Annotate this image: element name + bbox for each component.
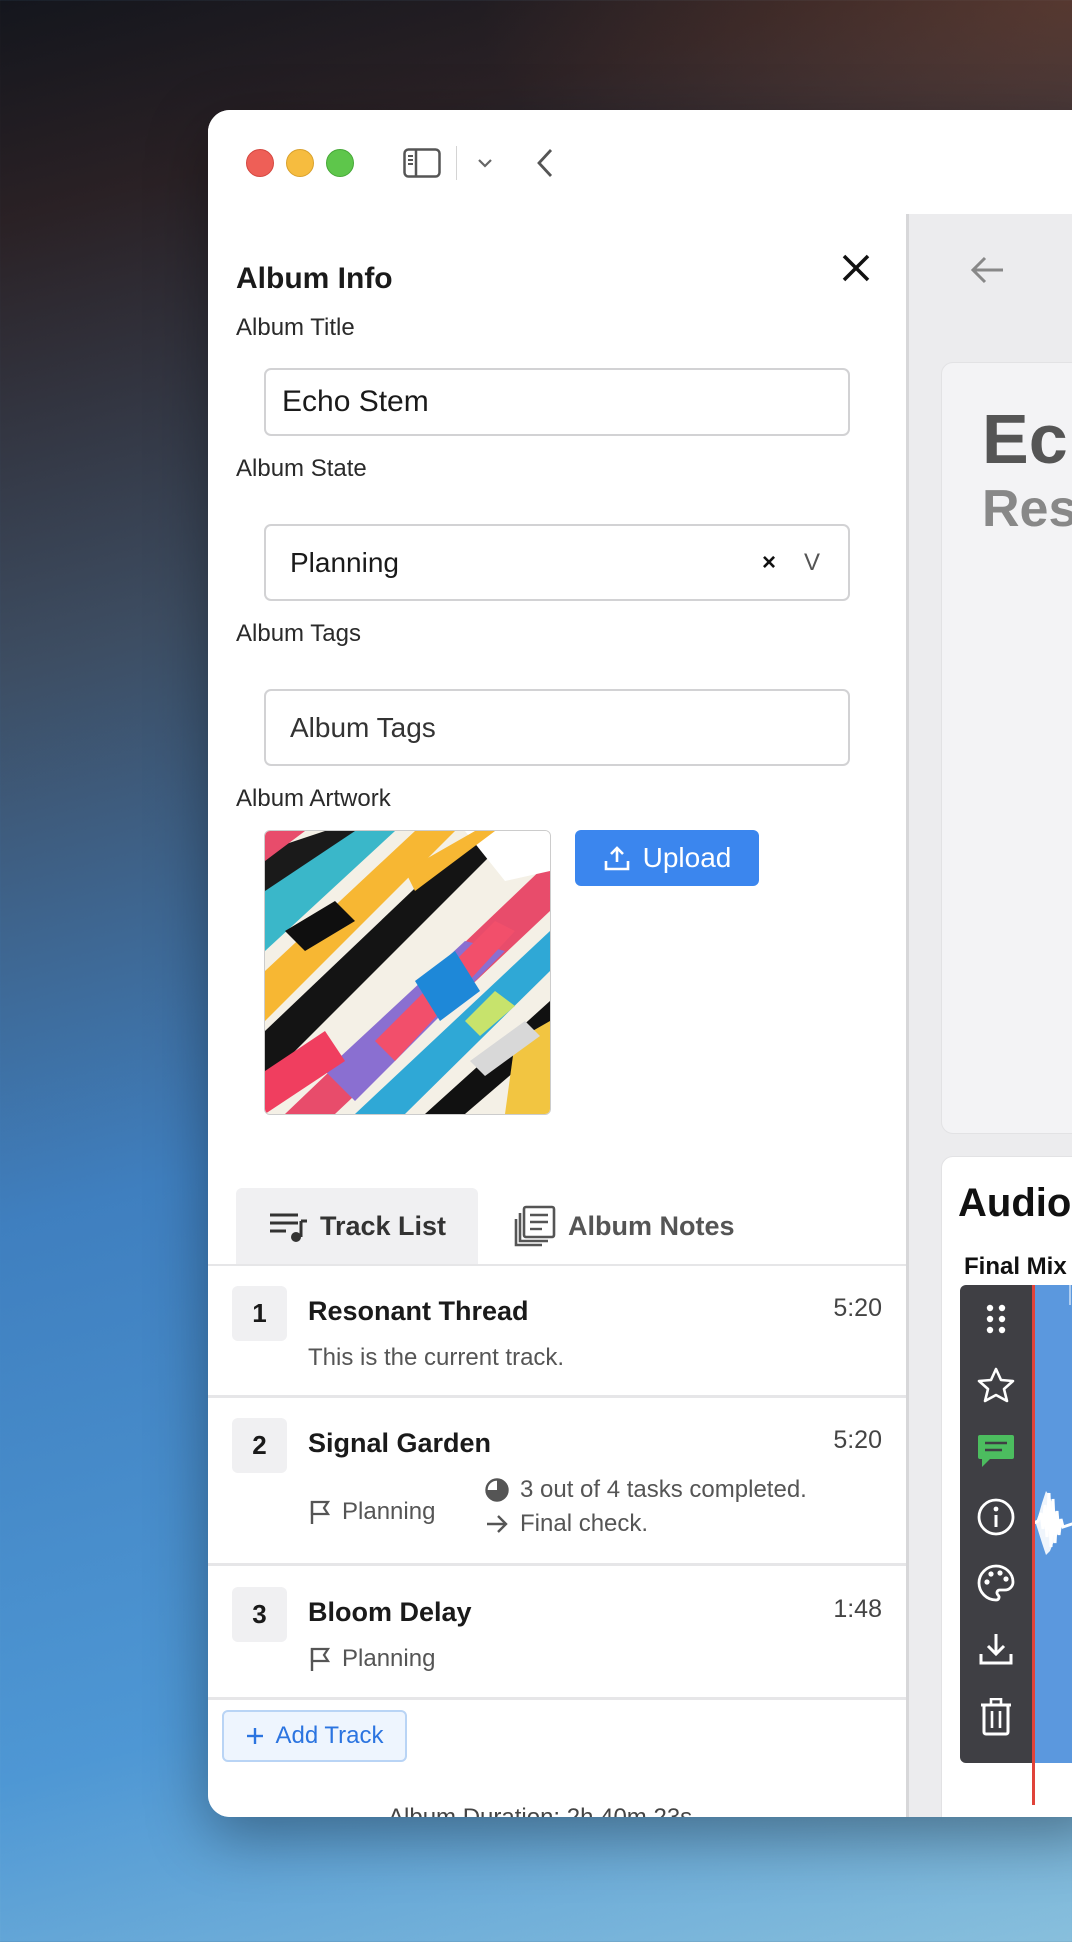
close-panel-button[interactable] (834, 246, 878, 290)
clear-state-icon[interactable]: × (762, 549, 776, 577)
app-window: Album Info Album Title Echo Stem Album S… (208, 110, 1072, 1817)
track-subtitle: This is the current track. (308, 1344, 565, 1371)
track-duration: 5:20 (833, 1426, 882, 1454)
track-title: Bloom Delay (308, 1597, 472, 1627)
track-status: Planning (308, 1645, 435, 1673)
info-icon[interactable] (960, 1491, 1032, 1543)
back-arrow-icon[interactable] (969, 254, 1007, 291)
star-icon[interactable] (960, 1359, 1032, 1411)
pie-progress-icon (485, 1478, 509, 1502)
drag-handle-icon[interactable] (960, 1293, 1032, 1345)
playhead[interactable] (1032, 1285, 1035, 1805)
track-row[interactable]: 2 Signal Garden 5:20 Planning 3 out of 4… (208, 1398, 906, 1566)
track-row[interactable]: 1 Resonant Thread 5:20 This is the curre… (208, 1266, 906, 1398)
track-row[interactable]: 3 Bloom Delay 1:48 Planning (208, 1567, 906, 1700)
track-number: 2 (232, 1418, 287, 1473)
tab-album-notes-label: Album Notes (568, 1210, 735, 1241)
comment-icon[interactable] (960, 1425, 1032, 1477)
close-icon (842, 254, 870, 282)
zoom-window-button[interactable] (326, 149, 354, 177)
album-title-value: Echo Stem (282, 385, 429, 418)
album-state-value: Planning (290, 546, 399, 578)
track-number: 1 (232, 1286, 287, 1341)
album-tags-placeholder: Album Tags (290, 711, 436, 743)
tab-album-notes[interactable]: Album Notes (514, 1188, 735, 1264)
flag-icon (310, 1647, 331, 1671)
album-state-select[interactable]: Planning × V (264, 524, 850, 601)
task-progress: 3 out of 4 tasks completed. (484, 1476, 807, 1504)
flag-icon (310, 1500, 331, 1524)
album-header-card: Ecl Res (941, 362, 1072, 1134)
notes-stack-icon (514, 1205, 556, 1247)
sidebar-toggle-icon[interactable] (402, 146, 442, 180)
album-subheading: Res (982, 480, 1072, 538)
track-number: 3 (232, 1587, 287, 1642)
track-status-label: Planning (342, 1498, 436, 1525)
add-track-label: Add Track (275, 1722, 384, 1749)
next-task-label: Final check. (520, 1510, 649, 1537)
plus-icon (247, 1728, 264, 1744)
download-icon[interactable] (960, 1623, 1032, 1675)
album-title-label: Album Title (236, 314, 355, 341)
titlebar-separator (456, 146, 457, 180)
final-mix-label: Final Mix (964, 1253, 1067, 1280)
chevron-down-icon[interactable] (470, 146, 500, 180)
back-chevron-icon[interactable] (530, 146, 560, 180)
track-duration: 5:20 (833, 1294, 882, 1322)
close-window-button[interactable] (246, 149, 274, 177)
dropdown-arrow-icon[interactable]: V (804, 549, 820, 577)
track-duration: 1:48 (833, 1595, 882, 1623)
palette-icon[interactable] (960, 1557, 1032, 1609)
audio-section-title: Audio (958, 1181, 1072, 1225)
track-status-label: Planning (342, 1645, 436, 1672)
track-title: Resonant Thread (308, 1296, 529, 1326)
arrow-right-icon (487, 1515, 508, 1533)
upload-icon (604, 846, 629, 871)
album-duration: Album Duration: 2h 40m 23s (388, 1804, 692, 1817)
album-info-sidebar: Album Info Album Title Echo Stem Album S… (208, 214, 906, 1817)
track-status: Planning (308, 1498, 435, 1526)
waveform-view[interactable] (1031, 1285, 1072, 1763)
playlist-music-icon (269, 1213, 307, 1242)
minimize-window-button[interactable] (286, 149, 314, 177)
upload-button[interactable]: Upload (575, 830, 759, 886)
tab-track-list-label: Track List (319, 1210, 447, 1241)
trash-icon[interactable] (960, 1691, 1032, 1743)
album-state-label: Album State (236, 455, 367, 482)
audio-toolbar (960, 1285, 1032, 1763)
next-task: Final check. (484, 1510, 648, 1538)
album-tags-input[interactable]: Album Tags (264, 689, 850, 766)
audio-card: Audio Final Mix (941, 1156, 1072, 1817)
album-title-input[interactable]: Echo Stem (264, 368, 850, 436)
panel-title: Album Info (236, 262, 393, 295)
album-artwork-label: Album Artwork (236, 785, 391, 812)
tab-track-list[interactable]: Track List (236, 1188, 478, 1264)
album-heading: Ecl (982, 400, 1072, 478)
add-track-button[interactable]: Add Track (222, 1710, 407, 1762)
task-progress-label: 3 out of 4 tasks completed. (520, 1476, 807, 1503)
track-title: Signal Garden (308, 1428, 492, 1458)
titlebar (208, 110, 1072, 214)
upload-label: Upload (642, 842, 732, 873)
main-pane: Ecl Res Audio Final Mix (909, 214, 1072, 1817)
album-artwork-image (264, 830, 551, 1115)
album-tags-label: Album Tags (236, 620, 361, 647)
